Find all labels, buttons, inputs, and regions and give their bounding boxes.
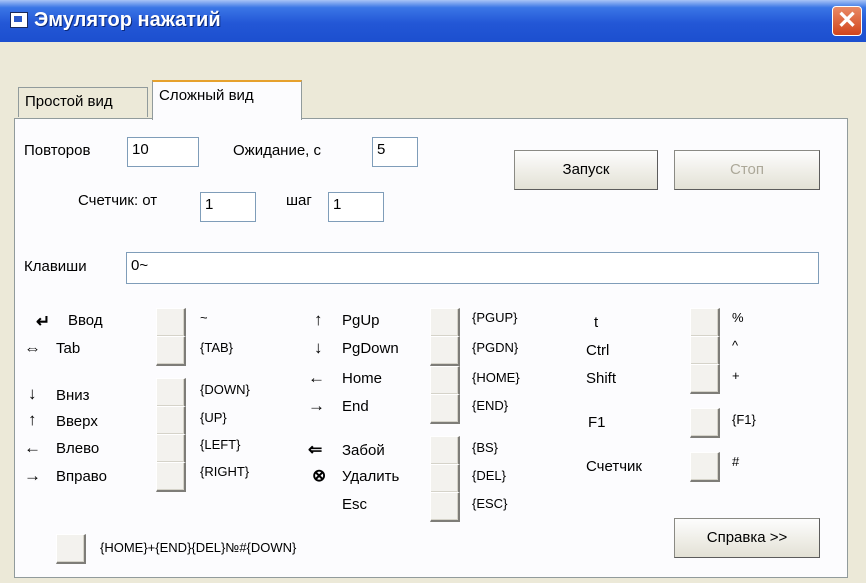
start-button[interactable]: Запуск [514, 150, 658, 190]
right-arrow-icon: → [24, 466, 41, 485]
key-label-counter: Счетчик [586, 458, 642, 475]
window-title: Эмулятор нажатий [34, 9, 221, 31]
key-code-enter: ~ [200, 310, 208, 325]
down-arrow-icon: ↓ [28, 384, 37, 403]
key-label-alt: t [594, 314, 599, 331]
key-button-delete[interactable] [430, 464, 460, 494]
step-input[interactable]: 1 [328, 192, 384, 222]
enter-arrow-icon: ↵ [36, 312, 51, 331]
key-code-home: {HOME} [472, 370, 520, 385]
step-label: шаг [286, 192, 312, 209]
key-label-ctrl: Ctrl [586, 342, 610, 359]
wait-input[interactable]: 5 [372, 137, 418, 167]
macro-sequence-text: {HOME}+{END}{DEL}№#{DOWN} [100, 540, 297, 555]
key-code-tab: {TAB} [200, 340, 234, 355]
key-code-alt: % [732, 310, 744, 325]
key-button-ctrl[interactable] [690, 336, 720, 366]
key-label-f1: F1 [588, 414, 606, 431]
key-code-esc: {ESC} [472, 496, 508, 511]
key-button-alt[interactable] [690, 308, 720, 338]
title-bar: Эмулятор нажатий ✕ [0, 0, 866, 42]
key-button-pgup[interactable] [430, 308, 460, 338]
key-label-pgup: PgUp [342, 312, 380, 329]
key-code-up: {UP} [200, 410, 227, 425]
keys-input[interactable]: 0~ [126, 252, 819, 284]
key-button-shift[interactable] [690, 364, 720, 394]
key-label-down: Вниз [56, 387, 90, 404]
delete-icon: ⊗ [312, 466, 327, 485]
key-button-counter[interactable] [690, 452, 720, 482]
key-label-esc: Esc [342, 496, 368, 513]
key-code-pgdown: {PGDN} [472, 340, 519, 355]
key-button-up[interactable] [156, 406, 186, 436]
key-button-left[interactable] [156, 434, 186, 464]
key-code-shift: + [732, 368, 740, 383]
key-label-home: Home [342, 370, 383, 387]
key-code-pgup: {PGUP} [472, 310, 518, 325]
help-button[interactable]: Справка >> [674, 518, 820, 558]
backspace-arrow-icon: ⇐ [308, 440, 323, 459]
key-button-right[interactable] [156, 462, 186, 492]
stop-button[interactable]: Стоп [674, 150, 820, 190]
key-code-left: {LEFT} [200, 437, 241, 452]
counter-from-label: Счетчик: от [78, 192, 158, 209]
key-code-end: {END} [472, 398, 509, 413]
key-button-pgdown[interactable] [430, 336, 460, 366]
key-code-right: {RIGHT} [200, 464, 250, 479]
macro-insert-button[interactable] [56, 534, 86, 564]
key-label-enter: Ввод [68, 312, 103, 329]
key-code-backspace: {BS} [472, 440, 499, 455]
key-button-enter[interactable] [156, 308, 186, 338]
close-button[interactable]: ✕ [832, 6, 862, 36]
key-code-down: {DOWN} [200, 382, 250, 397]
repeats-input[interactable]: 10 [127, 137, 199, 167]
keys-label: Клавиши [24, 258, 87, 275]
key-code-f1: {F1} [732, 412, 756, 427]
key-code-ctrl: ^ [732, 338, 739, 353]
key-code-counter: # [732, 454, 740, 469]
key-label-end: End [342, 398, 369, 415]
key-button-end[interactable] [430, 394, 460, 424]
key-button-backspace[interactable] [430, 436, 460, 466]
key-label-backspace: Забой [342, 442, 385, 459]
down-arrow-icon: ↓ [314, 338, 323, 357]
key-label-left: Влево [56, 440, 100, 457]
key-code-delete: {DEL} [472, 468, 506, 483]
repeats-label: Повторов [24, 142, 91, 159]
tab-advanced-view[interactable]: Сложный вид [152, 80, 302, 120]
up-arrow-icon: ↑ [28, 410, 37, 429]
key-button-home[interactable] [430, 366, 460, 396]
key-button-esc[interactable] [430, 492, 460, 522]
wait-label: Ожидание, с [233, 142, 322, 159]
key-label-tab: Tab [56, 340, 81, 357]
left-arrow-icon: ← [308, 368, 325, 387]
left-arrow-icon: ← [24, 438, 41, 457]
key-label-shift: Shift [586, 370, 617, 387]
right-arrow-icon: → [308, 396, 325, 415]
key-button-tab[interactable] [156, 336, 186, 366]
key-label-pgdown: PgDown [342, 340, 399, 357]
tab-simple-view[interactable]: Простой вид [18, 87, 148, 117]
app-icon [10, 12, 28, 28]
key-label-delete: Удалить [342, 468, 400, 485]
key-label-right: Вправо [56, 468, 107, 485]
key-button-down[interactable] [156, 378, 186, 408]
key-button-f1[interactable] [690, 408, 720, 438]
key-label-up: Вверх [56, 413, 98, 430]
counter-from-input[interactable]: 1 [200, 192, 256, 222]
up-arrow-icon: ↑ [314, 310, 323, 329]
double-arrow-icon: ⇔ [24, 339, 41, 358]
